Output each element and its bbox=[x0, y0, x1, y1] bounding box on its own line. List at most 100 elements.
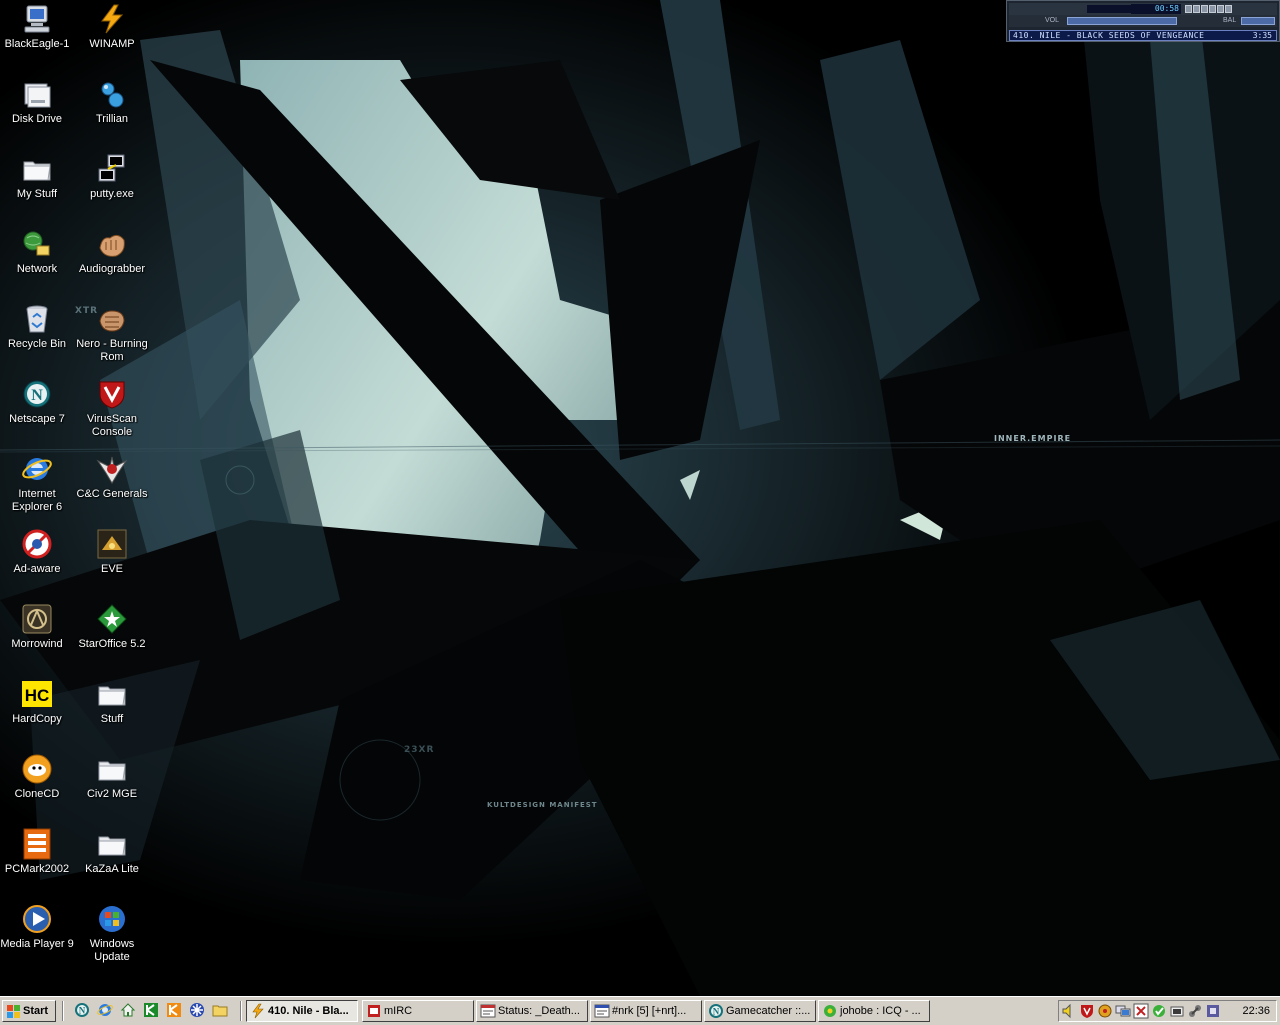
network-tray-icon[interactable] bbox=[1115, 1003, 1131, 1019]
desktop-icon-civ2[interactable]: Civ2 MGE bbox=[75, 753, 149, 801]
tray-connection-icon[interactable] bbox=[1187, 1003, 1203, 1019]
desktop-icon-label: Stuff bbox=[100, 713, 124, 725]
desktop-icon-trillian[interactable]: Trillian bbox=[75, 78, 149, 126]
winamp-sliders: VOL BAL bbox=[1009, 15, 1277, 27]
winamp-balance-slider[interactable] bbox=[1241, 17, 1275, 25]
folder-icon bbox=[98, 836, 126, 856]
desktop-icon-label: Civ2 MGE bbox=[86, 788, 138, 800]
desktop-icon-label: Trillian bbox=[96, 113, 128, 125]
desktop-icon-my-stuff[interactable]: My Stuff bbox=[0, 153, 74, 201]
desktop-wallpaper bbox=[0, 0, 1280, 996]
desktop-icon-windows-update[interactable]: Windows Update bbox=[75, 903, 149, 964]
putty-icon bbox=[98, 154, 125, 182]
kazaa-icon[interactable] bbox=[143, 1002, 159, 1018]
desktop-icon-media-player[interactable]: Media Player 9 bbox=[0, 903, 74, 951]
desktop-icon-clonecd[interactable]: CloneCD bbox=[0, 753, 74, 801]
desktop-icon-putty[interactable]: putty.exe bbox=[75, 153, 149, 201]
desktop-icon-kazaa-lite[interactable]: KaZaA Lite bbox=[75, 828, 149, 876]
winamp-icon bbox=[101, 4, 124, 34]
desktop-icon-label: Ad-aware bbox=[13, 563, 61, 575]
desktop-icon-hardcopy[interactable]: HC HardCopy bbox=[0, 678, 74, 726]
desktop-icon-netscape[interactable]: N Netscape 7 bbox=[0, 378, 74, 426]
desktop-icon-virusscan[interactable]: VirusScan Console bbox=[75, 378, 149, 439]
netscape-icon[interactable]: N bbox=[74, 1002, 90, 1018]
desktop-icon-network[interactable]: Network bbox=[0, 228, 74, 276]
winamp-pause-button[interactable] bbox=[1201, 5, 1208, 13]
tray-app-icon[interactable] bbox=[1097, 1003, 1113, 1019]
audiograbber-icon bbox=[99, 234, 125, 257]
desktop-icon-label: KaZaA Lite bbox=[85, 863, 139, 875]
internet-explorer-icon bbox=[22, 458, 52, 480]
desktop-icon-audiograbber[interactable]: Audiograbber bbox=[75, 228, 149, 276]
virusscan-tray-icon[interactable] bbox=[1079, 1003, 1095, 1019]
winamp-stop-button[interactable] bbox=[1209, 5, 1216, 13]
task-button-winamp[interactable]: 410. Nile - Bla... bbox=[246, 1000, 358, 1022]
pcmark-icon bbox=[23, 828, 51, 860]
desktop-icon-label: Windows Update bbox=[89, 938, 135, 963]
desktop-icon-ad-aware[interactable]: Ad-aware bbox=[0, 528, 74, 576]
winamp-titlebar[interactable]: 00:58 bbox=[1009, 3, 1277, 15]
clonecd-icon bbox=[22, 754, 52, 784]
desktop-icon-label: StarOffice 5.2 bbox=[78, 638, 146, 650]
desktop-icon-label: Media Player 9 bbox=[0, 938, 74, 950]
icq-icon bbox=[824, 1005, 836, 1017]
kazaa-lite-icon[interactable] bbox=[166, 1002, 182, 1018]
winamp-prev-button[interactable] bbox=[1185, 5, 1192, 13]
tray-app3-icon[interactable] bbox=[1205, 1003, 1221, 1019]
start-button[interactable]: Start bbox=[2, 1000, 56, 1022]
recycle-bin-icon bbox=[26, 305, 48, 333]
task-button-status[interactable]: Status: _Death... bbox=[476, 1000, 588, 1022]
trillian-icon[interactable] bbox=[189, 1002, 205, 1018]
cnc-generals-icon bbox=[96, 456, 128, 484]
folder-icon bbox=[98, 761, 126, 781]
folder-icon bbox=[98, 686, 126, 706]
winamp-next-button[interactable] bbox=[1217, 5, 1224, 13]
svg-text:N: N bbox=[31, 387, 43, 404]
task-button-channel[interactable]: #nrk [5] [+nrt]... bbox=[590, 1000, 702, 1022]
icq-tray-icon[interactable] bbox=[1151, 1003, 1167, 1019]
desktop-icon-label: VirusScan Console bbox=[87, 413, 137, 438]
internet-explorer-icon[interactable] bbox=[97, 1002, 113, 1018]
desktop-icon-disk-drive[interactable]: Disk Drive bbox=[0, 78, 74, 126]
winamp-song-display[interactable]: 410. NILE - BLACK SEEDS OF VENGEANCE 3:3… bbox=[1009, 30, 1277, 41]
winamp-eject-button[interactable] bbox=[1225, 5, 1232, 13]
system-tray: 22:36 bbox=[1058, 1000, 1277, 1022]
desktop-icon-eve[interactable]: EVE bbox=[75, 528, 149, 576]
desktop-icon-recycle-bin[interactable]: Recycle Bin bbox=[0, 303, 74, 351]
morrowind-icon bbox=[22, 604, 52, 634]
winamp-elapsed-time: 00:58 bbox=[1131, 4, 1181, 14]
desktop-icon-stuff[interactable]: Stuff bbox=[75, 678, 149, 726]
desktop-icon-label: CloneCD bbox=[14, 788, 60, 800]
tray-close-icon[interactable] bbox=[1133, 1003, 1149, 1019]
winamp-bal-label: BAL bbox=[1223, 17, 1237, 24]
winamp-play-button[interactable] bbox=[1193, 5, 1200, 13]
desktop-icon-nero[interactable]: Nero - Burning Rom bbox=[75, 303, 149, 364]
desktop-icon-morrowind[interactable]: Morrowind bbox=[0, 603, 74, 651]
task-button-mirc[interactable]: mIRC bbox=[362, 1000, 474, 1022]
winamp-volume-slider[interactable] bbox=[1067, 17, 1177, 25]
desktop-icon-cnc-generals[interactable]: C&C Generals bbox=[75, 453, 149, 501]
desktop-icon-winamp[interactable]: WINAMP bbox=[75, 3, 149, 51]
desktop-icon-label: Audiograbber bbox=[78, 263, 146, 275]
show-desktop-icon[interactable] bbox=[120, 1002, 136, 1018]
desktop-icon-blackeagle[interactable]: BlackEagle-1 bbox=[0, 3, 74, 51]
task-button-gamecatcher[interactable]: N Gamecatcher ::... bbox=[704, 1000, 816, 1022]
winamp-player[interactable]: 00:58 VOL BAL 410. NILE - BLACK SEEDS OF… bbox=[1006, 0, 1280, 42]
tray-app2-icon[interactable] bbox=[1169, 1003, 1185, 1019]
svg-text:N: N bbox=[79, 1006, 86, 1016]
winamp-icon bbox=[252, 1003, 264, 1019]
my-computer-icon bbox=[24, 5, 50, 33]
winamp-song-length: 3:35 bbox=[1252, 31, 1272, 40]
desktop-icon-staroffice[interactable]: StarOffice 5.2 bbox=[75, 603, 149, 651]
wallpaper-text-kultdesign: KULTDESIGN MANIFEST bbox=[487, 801, 598, 809]
winamp-song-title: 410. NILE - BLACK SEEDS OF VENGEANCE bbox=[1013, 31, 1205, 40]
task-label: johobe : ICQ - ... bbox=[840, 1005, 921, 1017]
desktop-icon-internet-explorer[interactable]: Internet Explorer 6 bbox=[0, 453, 74, 514]
folder-icon[interactable] bbox=[212, 1002, 228, 1018]
task-button-icq[interactable]: johobe : ICQ - ... bbox=[818, 1000, 930, 1022]
task-label: Gamecatcher ::... bbox=[726, 1005, 811, 1017]
volume-icon[interactable] bbox=[1061, 1003, 1077, 1019]
desktop-icon-pcmark[interactable]: PCMark2002 bbox=[0, 828, 74, 876]
taskbar-clock[interactable]: 22:36 bbox=[1242, 1001, 1270, 1021]
svg-text:N: N bbox=[713, 1007, 720, 1017]
